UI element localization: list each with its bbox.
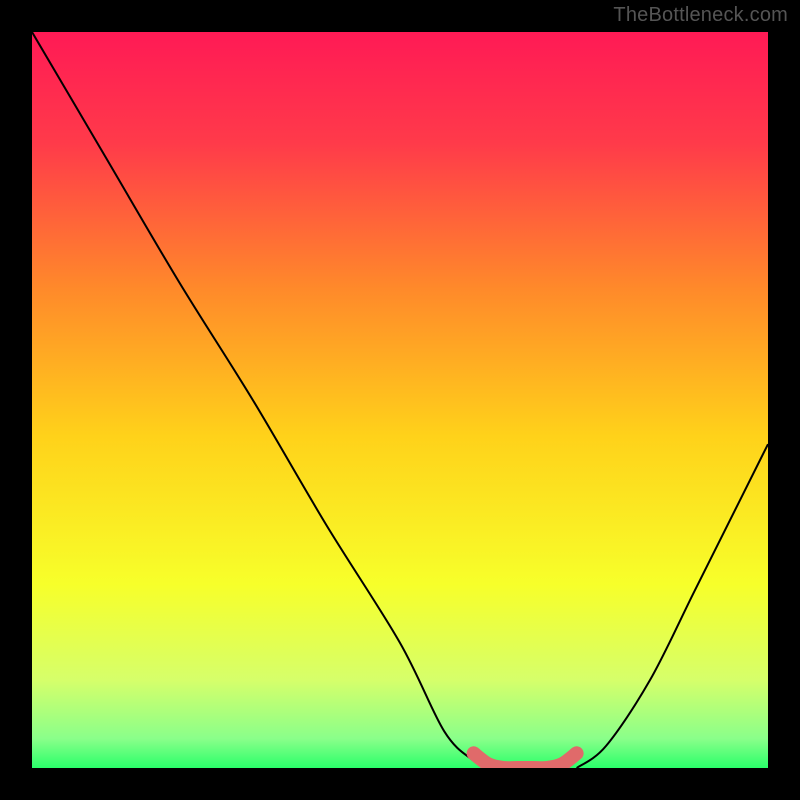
gradient-background [32, 32, 768, 768]
chart-frame: TheBottleneck.com [0, 0, 800, 800]
plot-svg [32, 32, 768, 768]
watermark-label: TheBottleneck.com [613, 4, 788, 27]
plot-area [32, 32, 768, 768]
